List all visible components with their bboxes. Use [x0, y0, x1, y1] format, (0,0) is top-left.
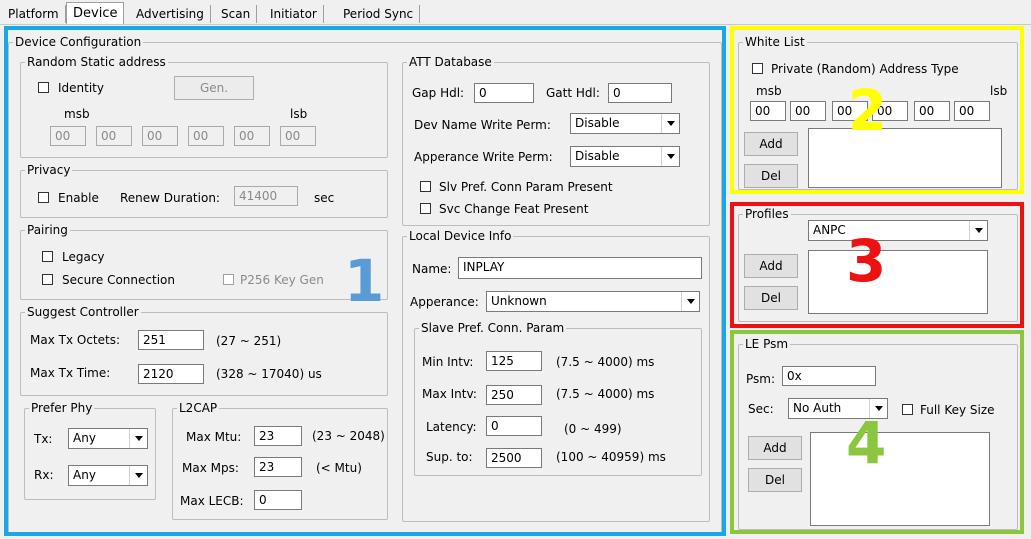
tab-divider [0, 24, 1031, 25]
tab-scan[interactable]: Scan [215, 5, 258, 23]
annotation-number-1: 1 [344, 247, 385, 315]
annotation-number-3: 3 [846, 227, 887, 295]
tab-period-sync[interactable]: Period Sync [337, 5, 421, 23]
tab-initiator[interactable]: Initiator [264, 5, 324, 23]
annotation-number-4: 4 [846, 409, 887, 477]
tab-device[interactable]: Device [66, 2, 125, 25]
tab-platform[interactable]: Platform [2, 5, 66, 23]
annotation-number-2: 2 [848, 79, 887, 144]
tab-bar: Platform Device Advertising Scan Initiat… [0, 0, 1031, 25]
tab-advertising[interactable]: Advertising [130, 5, 211, 23]
